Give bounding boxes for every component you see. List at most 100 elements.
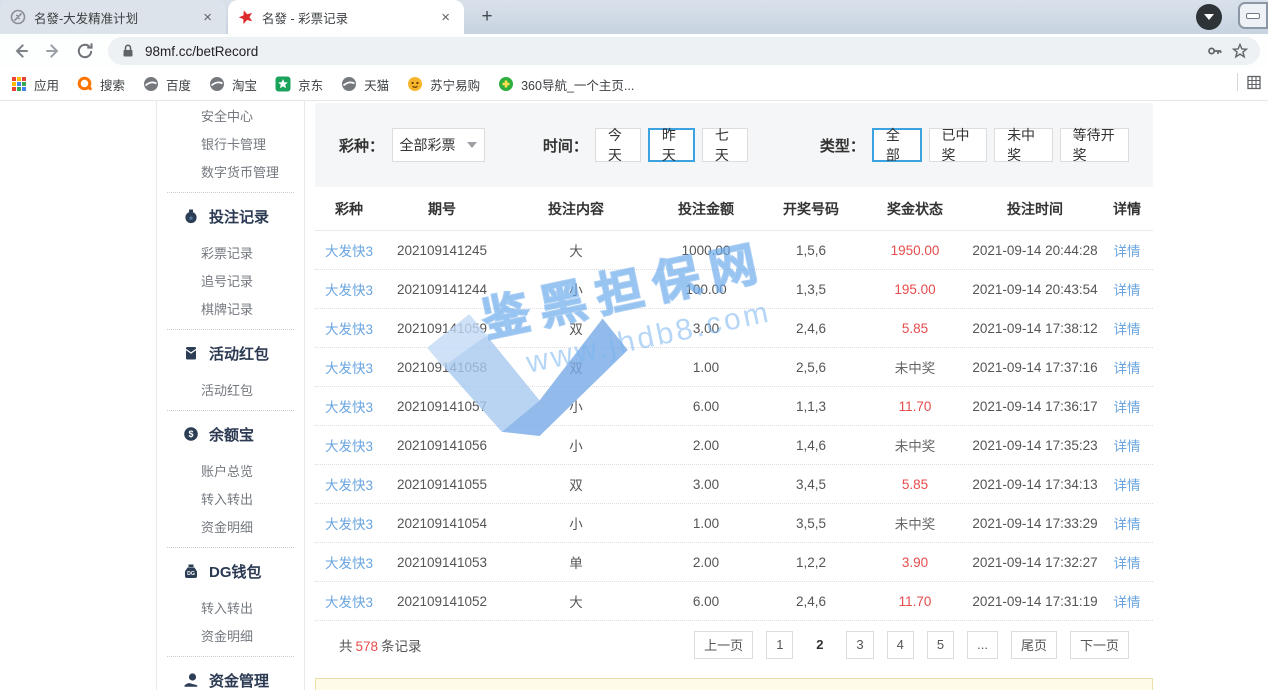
cell-bet-content: 单 (501, 552, 651, 572)
sidebar-item[interactable]: 追号记录 (157, 266, 304, 294)
cell-bet-amount: 2.00 (651, 438, 761, 453)
sidebar-item[interactable]: 银行卡管理 (157, 129, 304, 157)
filter-button[interactable]: 等待开奖 (1060, 128, 1129, 162)
page-button[interactable]: 3 (846, 631, 873, 659)
cell-detail-link[interactable]: 详情 (1101, 357, 1153, 377)
sidebar-item[interactable] (167, 656, 294, 657)
sidebar-item[interactable]: $ 余额宝 (157, 418, 304, 450)
page-button[interactable]: 2 (806, 631, 833, 659)
sidebar-item-icon: DG (183, 563, 199, 579)
sidebar: 安全中心 银行卡管理 数字货币管理 投注记录 彩票记录 追号记录 棋牌记录 活动… (156, 101, 305, 690)
cell-draw-numbers: 1,4,6 (761, 438, 861, 453)
cell-lottery-link[interactable]: 大发快3 (315, 357, 383, 377)
cell-detail-link[interactable]: 详情 (1101, 279, 1153, 299)
sidebar-item[interactable] (167, 329, 294, 330)
cell-detail-link[interactable]: 详情 (1101, 318, 1153, 338)
cell-lottery-link[interactable]: 大发快3 (315, 240, 383, 260)
tab-bet-record-close-icon[interactable]: × (437, 8, 454, 27)
bookmark-item[interactable]: 苏宁易购 (398, 72, 489, 96)
sidebar-item[interactable]: 活动红包 (157, 337, 304, 369)
bookmark-item[interactable]: 应用 (2, 72, 68, 96)
page-button[interactable]: 5 (927, 631, 954, 659)
page-button[interactable]: ... (967, 631, 998, 659)
table-row: 大发快3 202109141056 小 2.00 1,4,6 未中奖 2021-… (315, 426, 1153, 465)
window-minimize-button[interactable] (1238, 2, 1268, 29)
sidebar-item[interactable]: 安全中心 (157, 101, 304, 129)
bookmark-item[interactable]: 天猫 (332, 72, 398, 96)
bookmark-item[interactable]: 搜索 (68, 72, 134, 96)
forward-icon[interactable] (40, 38, 66, 64)
sidebar-item[interactable]: DG DG钱包 (157, 555, 304, 587)
reload-icon[interactable] (72, 38, 98, 64)
table-row: 大发快3 202109141052 大 6.00 2,4,6 11.70 202… (315, 582, 1153, 621)
cell-detail-link[interactable]: 详情 (1101, 591, 1153, 611)
cell-lottery-link[interactable]: 大发快3 (315, 552, 383, 572)
sidebar-item[interactable] (167, 410, 294, 411)
cell-lottery-link[interactable]: 大发快3 (315, 318, 383, 338)
sidebar-item-icon (183, 345, 199, 361)
address-bar[interactable]: 98mf.cc/betRecord (108, 37, 1260, 65)
page-button[interactable]: 4 (887, 631, 914, 659)
sidebar-item[interactable]: 转入转出 (157, 593, 304, 621)
bookmark-favicon-icon (209, 76, 225, 92)
page-button[interactable]: 下一页 (1070, 631, 1129, 659)
bookmark-item[interactable]: 淘宝 (200, 72, 266, 96)
cell-detail-link[interactable]: 详情 (1101, 435, 1153, 455)
lock-icon (120, 43, 136, 59)
sidebar-item[interactable]: 活动红包 (157, 375, 304, 403)
cell-lottery-link[interactable]: 大发快3 (315, 435, 383, 455)
sidebar-item[interactable]: 资金管理 (157, 664, 304, 690)
filter-button[interactable]: 全部 (872, 128, 922, 162)
cell-lottery-link[interactable]: 大发快3 (315, 513, 383, 533)
cell-detail-link[interactable]: 详情 (1101, 513, 1153, 533)
url-text: 98mf.cc/betRecord (145, 44, 258, 59)
sidebar-item[interactable]: 棋牌记录 (157, 294, 304, 322)
sidebar-item[interactable]: 转入转出 (157, 484, 304, 512)
cell-detail-link[interactable]: 详情 (1101, 240, 1153, 260)
cell-draw-numbers: 2,4,6 (761, 321, 861, 336)
new-tab-button[interactable]: + (474, 4, 500, 30)
sidebar-item[interactable]: 资金明细 (157, 621, 304, 649)
sidebar-item[interactable] (167, 192, 294, 193)
cell-lottery-link[interactable]: 大发快3 (315, 474, 383, 494)
cell-detail-link[interactable]: 详情 (1101, 474, 1153, 494)
filter-button[interactable]: 已中奖 (929, 128, 988, 162)
cell-detail-link[interactable]: 详情 (1101, 552, 1153, 572)
cell-prize-status: 11.70 (861, 399, 969, 414)
sidebar-item[interactable] (167, 547, 294, 548)
key-icon[interactable] (1207, 43, 1223, 59)
tab-plan-close-icon[interactable]: × (199, 8, 216, 27)
tab-plan-title: 名發-大发精准计划 (34, 8, 191, 27)
sidebar-item[interactable]: 账户总览 (157, 456, 304, 484)
sidebar-item[interactable]: 彩票记录 (157, 238, 304, 266)
cell-detail-link[interactable]: 详情 (1101, 396, 1153, 416)
back-icon[interactable] (8, 38, 34, 64)
cell-lottery-link[interactable]: 大发快3 (315, 279, 383, 299)
tab-bet-record[interactable]: 名發 - 彩票记录 × (228, 0, 464, 34)
filter-button[interactable]: 今天 (595, 128, 641, 162)
bookmark-item[interactable]: 京东 (266, 72, 332, 96)
lottery-select[interactable]: 全部彩票 (392, 128, 485, 162)
cell-lottery-link[interactable]: 大发快3 (315, 396, 383, 416)
media-controls-button[interactable] (1196, 4, 1222, 30)
table-row: 大发快3 202109141053 单 2.00 1,2,2 3.90 2021… (315, 543, 1153, 582)
page-button[interactable]: 尾页 (1011, 631, 1057, 659)
sidebar-item-label: 追号记录 (201, 271, 253, 290)
filter-button[interactable]: 未中奖 (994, 128, 1053, 162)
cell-lottery-link[interactable]: 大发快3 (315, 591, 383, 611)
table-row: 大发快3 202109141055 双 3.00 3,4,5 5.85 2021… (315, 465, 1153, 504)
bookmark-star-icon[interactable] (1232, 43, 1248, 59)
sidebar-item[interactable]: 资金明细 (157, 512, 304, 540)
filter-button[interactable]: 昨天 (648, 128, 695, 162)
tab-plan[interactable]: 名發-大发精准计划 × (0, 0, 226, 34)
bookmark-item[interactable]: 百度 (134, 72, 200, 96)
page-button[interactable]: 1 (766, 631, 793, 659)
bookmark-item[interactable]: 360导航_一个主页... (489, 72, 643, 96)
cell-issue: 202109141059 (383, 321, 501, 336)
sidebar-item[interactable]: 投注记录 (157, 200, 304, 232)
table-body: 大发快3 202109141245 大 1000.00 1,5,6 1950.0… (315, 231, 1153, 621)
sidebar-item[interactable]: 数字货币管理 (157, 157, 304, 185)
filter-button[interactable]: 七天 (702, 128, 748, 162)
reading-list-grid-icon[interactable] (1246, 74, 1262, 90)
page-button[interactable]: 上一页 (694, 631, 753, 659)
